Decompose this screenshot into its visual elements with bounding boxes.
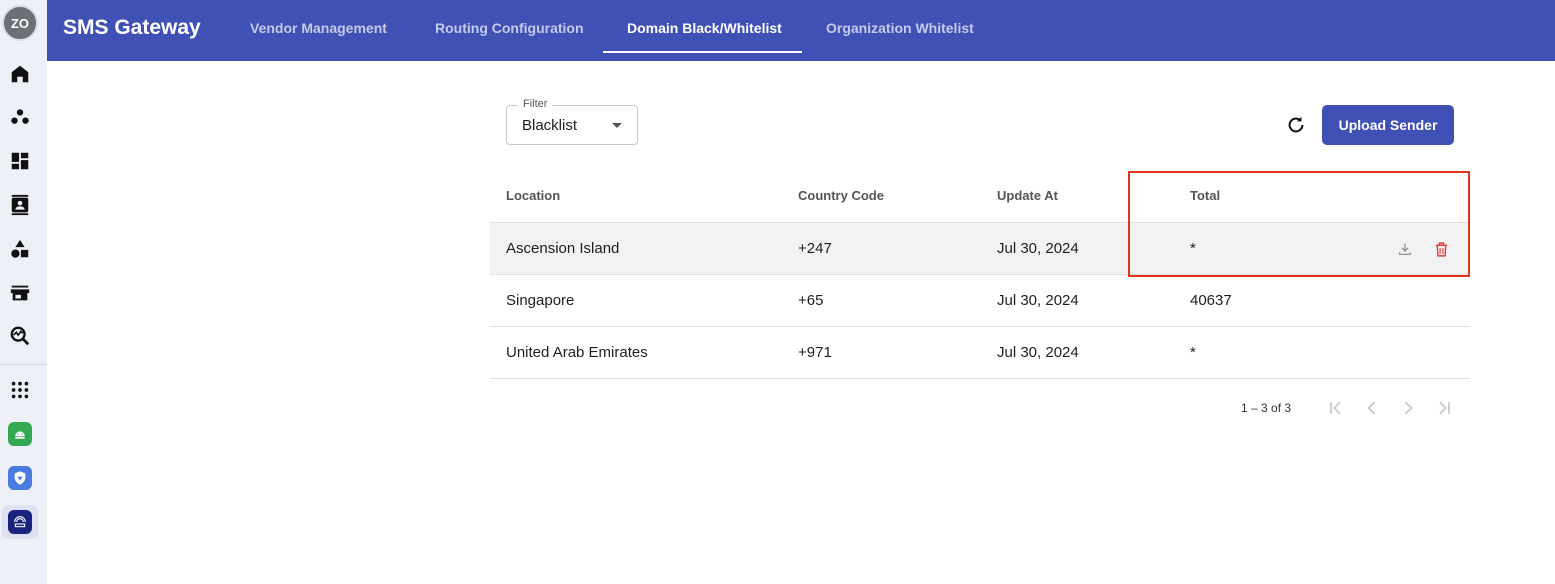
store-icon[interactable] <box>6 279 34 307</box>
cell-total: 40637 <box>1190 292 1232 309</box>
left-rail: ZO <box>0 0 47 584</box>
shapes-icon[interactable] <box>6 235 34 263</box>
cell-country-code: +247 <box>798 240 832 257</box>
home-icon[interactable] <box>6 60 34 88</box>
cell-update-at: Jul 30, 2024 <box>997 240 1079 257</box>
table-header: Location Country Code Update At Total <box>490 168 1470 223</box>
app-title: SMS Gateway <box>63 16 201 39</box>
tab-vendor-management[interactable]: Vendor Management <box>250 0 387 57</box>
column-header-total[interactable]: Total <box>1190 188 1220 203</box>
next-page-icon[interactable] <box>1397 397 1419 419</box>
delete-icon[interactable] <box>1431 239 1451 259</box>
tab-organization-whitelist[interactable]: Organization Whitelist <box>826 0 974 57</box>
download-icon[interactable] <box>1395 239 1415 259</box>
cell-total: * <box>1190 240 1196 257</box>
analytics-search-icon[interactable] <box>6 322 34 350</box>
filter-label: Filter <box>518 98 553 110</box>
rail-divider <box>0 364 47 365</box>
security-app-icon[interactable] <box>8 466 32 490</box>
refresh-icon[interactable] <box>1284 113 1308 137</box>
upload-sender-button[interactable]: Upload Sender <box>1322 105 1454 145</box>
table-row[interactable]: United Arab Emirates +971 Jul 30, 2024 * <box>490 327 1470 379</box>
cell-update-at: Jul 30, 2024 <box>997 292 1079 309</box>
tab-domain-black-whitelist[interactable]: Domain Black/Whitelist <box>627 0 782 57</box>
top-app-bar: SMS Gateway Vendor Management Routing Co… <box>47 0 1555 61</box>
cell-location: United Arab Emirates <box>506 344 648 361</box>
column-header-country-code[interactable]: Country Code <box>798 188 884 203</box>
active-tab-indicator <box>603 51 802 53</box>
pagination-range: 1 – 3 of 3 <box>1241 401 1292 415</box>
group-icon[interactable] <box>6 103 34 131</box>
cell-location: Ascension Island <box>506 240 620 257</box>
cell-country-code: +65 <box>798 292 824 309</box>
dashboard-icon[interactable] <box>6 147 34 175</box>
first-page-icon[interactable] <box>1325 397 1347 419</box>
cell-country-code: +971 <box>798 344 832 361</box>
android-app-icon[interactable] <box>8 422 32 446</box>
cell-location: Singapore <box>506 292 575 309</box>
sender-table: Location Country Code Update At Total As… <box>490 168 1470 379</box>
previous-page-icon[interactable] <box>1361 397 1383 419</box>
dropdown-caret-icon <box>612 123 622 128</box>
tab-routing-configuration[interactable]: Routing Configuration <box>435 0 584 57</box>
table-row[interactable]: Singapore +65 Jul 30, 2024 40637 <box>490 275 1470 327</box>
cell-total: * <box>1190 344 1196 361</box>
column-header-location[interactable]: Location <box>506 188 560 203</box>
filter-select[interactable]: Filter Blacklist <box>506 98 638 145</box>
apps-grid-icon[interactable] <box>6 376 34 404</box>
column-header-update-at[interactable]: Update At <box>997 188 1058 203</box>
contacts-icon[interactable] <box>6 191 34 219</box>
filter-value: Blacklist <box>522 117 578 134</box>
table-row[interactable]: Ascension Island +247 Jul 30, 2024 * <box>490 223 1470 275</box>
cell-update-at: Jul 30, 2024 <box>997 344 1079 361</box>
network-app-icon[interactable] <box>8 510 32 534</box>
avatar[interactable]: ZO <box>2 5 38 41</box>
last-page-icon[interactable] <box>1433 397 1455 419</box>
